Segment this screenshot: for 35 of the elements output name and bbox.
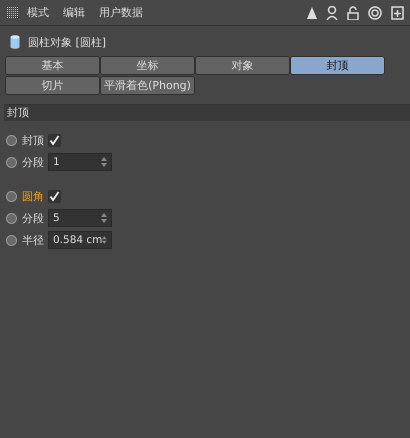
field-label: 圆角 [22, 188, 44, 204]
field-label: 封顶 [22, 132, 44, 148]
spinner-icon[interactable] [102, 235, 107, 245]
animate-radio[interactable] [6, 134, 17, 146]
tab[interactable]: 坐标 [100, 56, 195, 75]
tab[interactable]: 切片 [5, 76, 100, 95]
number-field[interactable]: 1 [48, 153, 112, 171]
spinner-icon[interactable] [101, 157, 107, 167]
target-icon[interactable] [368, 6, 382, 20]
new-panel-icon[interactable] [391, 6, 404, 20]
field-label: 分段 [22, 154, 44, 170]
tab[interactable]: 平滑着色(Phong) [100, 76, 195, 95]
section-header: 封顶 [4, 104, 410, 121]
animate-radio[interactable] [6, 156, 17, 168]
tab[interactable]: 封顶 [290, 56, 385, 75]
checkbox[interactable] [48, 134, 61, 146]
number-field[interactable]: 5 [48, 209, 112, 227]
lock-icon[interactable] [347, 6, 359, 20]
menu-item[interactable]: 编辑 [63, 5, 85, 20]
cylinder-icon [10, 35, 20, 49]
animate-radio[interactable] [6, 212, 17, 224]
checkbox[interactable] [48, 190, 61, 202]
field-label: 半径 [22, 232, 44, 248]
tab[interactable]: 对象 [195, 56, 290, 75]
object-title: 圆柱对象 [圆柱] [28, 34, 106, 50]
spinner-icon[interactable] [101, 213, 107, 223]
tab[interactable]: 基本 [5, 56, 100, 75]
animate-radio[interactable] [6, 234, 17, 246]
menu-item[interactable]: 模式 [27, 5, 49, 20]
person-icon[interactable] [326, 6, 338, 20]
pointer-icon[interactable] [307, 6, 317, 18]
animate-radio[interactable] [6, 190, 17, 202]
menu-item[interactable]: 用户数据 [99, 5, 143, 20]
number-field[interactable]: 0.584 cm [48, 231, 112, 249]
field-label: 分段 [22, 210, 44, 226]
